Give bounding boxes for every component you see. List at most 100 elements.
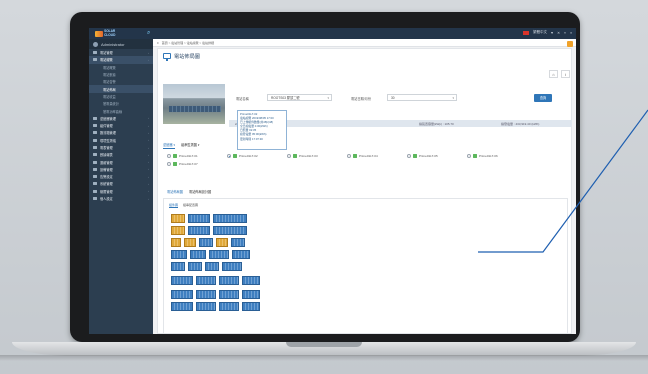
search-icon[interactable]: ⌕ [147, 30, 154, 37]
sidebar-item[interactable]: 系統管理 ‹ [89, 180, 153, 187]
radio-button[interactable] [167, 154, 171, 158]
sidebar-item[interactable]: 逆變器管理 ‹ [89, 115, 153, 122]
inverter-dropdown-list[interactable]: Prime01LT-02 電站總覽 2019/08/05 17:00 已上傳組件數量… [237, 110, 287, 150]
pv-module[interactable] [216, 238, 228, 247]
hamburger-icon[interactable]: ≡ [157, 41, 159, 45]
home-icon[interactable]: ⌂ [549, 70, 558, 78]
pv-module[interactable] [219, 276, 239, 285]
pv-module[interactable] [209, 250, 229, 259]
tab-layout-design[interactable]: 電站佈局設計圖 [189, 189, 211, 194]
sidebar-item[interactable]: 個人設定 ‹ [89, 195, 153, 202]
sidebar-item[interactable]: 電站概覽 [89, 64, 153, 71]
pv-module[interactable] [222, 262, 242, 271]
tab-inverter[interactable]: 逆變器 ▾ [163, 142, 176, 149]
dropdown-option[interactable]: 更新時間 17:07:30 [240, 137, 284, 141]
sidebar-item[interactable]: 環境監測儀 ‹ [89, 137, 153, 144]
pv-module[interactable] [213, 226, 247, 235]
sidebar-item-label: 電站概覽 [103, 65, 116, 70]
pv-module[interactable] [171, 214, 185, 223]
sidebar-item-label: 個人設定 [100, 197, 113, 202]
tab-layout[interactable]: 電站佈局圖 [167, 189, 183, 194]
pv-row [171, 238, 245, 247]
inverter-row: Prime01LT-07 [167, 162, 227, 166]
sidebar-item-label: 電站數據 [103, 73, 116, 78]
pv-module[interactable] [232, 250, 250, 259]
sidebar-user[interactable]: Administrator [89, 39, 153, 49]
inverter-option[interactable]: Prime01LT-04 [347, 154, 407, 158]
inverter-option[interactable]: Prime01LT-07 [167, 162, 227, 166]
sidebar-item[interactable]: 發電量統計 [89, 100, 153, 107]
sidebar-item[interactable]: 權限管理 ‹ [89, 188, 153, 195]
pv-module[interactable] [231, 238, 245, 247]
radio-button[interactable] [227, 154, 231, 158]
pv-module[interactable] [190, 250, 206, 259]
pv-module[interactable] [171, 250, 187, 259]
menu-item-icon [93, 189, 97, 193]
sidebar-item[interactable]: 電站佈局 [89, 85, 153, 93]
pv-module[interactable] [219, 290, 239, 299]
pv-module[interactable] [171, 290, 193, 299]
sidebar-item[interactable]: 組件管理 ‹ [89, 122, 153, 129]
pv-module[interactable] [213, 214, 247, 223]
inverter-option[interactable]: Prime01LT-01 [167, 154, 227, 158]
tab-string-monitor[interactable]: 組串監測圖 ▾ [181, 142, 199, 149]
pv-module[interactable] [205, 262, 219, 271]
radio-button[interactable] [167, 162, 171, 166]
sidebar-item[interactable]: 發電功率曲線 [89, 107, 153, 114]
radio-button[interactable] [467, 154, 471, 158]
inverter-tabs: 逆變器 ▾ 組串監測圖 ▾ [163, 142, 200, 149]
inverter-option[interactable]: Prime01LT-06 [467, 154, 527, 158]
pv-module[interactable] [171, 226, 185, 235]
pv-module[interactable] [196, 290, 216, 299]
pv-module[interactable] [171, 262, 185, 271]
pv-module[interactable] [171, 302, 193, 311]
sidebar-item[interactable]: 電站管理 ‹ [89, 49, 153, 56]
station-photo [163, 84, 225, 124]
sidebar-item[interactable]: 數據報表 ‹ [89, 151, 153, 158]
query-button[interactable]: 查詢 [534, 94, 552, 102]
app-logo[interactable]: SOLAR CLOUD [95, 30, 125, 37]
station-select[interactable]: ROOTS03 屋頂二號 ▾ [267, 94, 332, 101]
pv-module[interactable] [242, 302, 260, 311]
language-selector[interactable]: 繁體中文 [533, 30, 547, 35]
info-icon[interactable]: i [561, 70, 570, 78]
pv-module[interactable] [242, 290, 260, 299]
pv-module[interactable] [171, 276, 193, 285]
inverter-icon [233, 154, 237, 158]
sidebar-item[interactable]: 電站告警 [89, 78, 153, 85]
pv-module[interactable] [196, 276, 216, 285]
pv-module[interactable] [199, 238, 213, 247]
inverter-option[interactable]: Prime01LT-03 [287, 154, 347, 158]
sidebar-item[interactable]: 電站收益 [89, 93, 153, 100]
inverter-option[interactable]: Prime01LT-05 [407, 154, 467, 158]
date-select[interactable]: 30 ▾ [387, 94, 457, 101]
tab-module-map[interactable]: 組件圖 [169, 203, 179, 208]
pv-module[interactable] [188, 262, 202, 271]
sidebar-item[interactable]: 告警設定 ‹ [89, 173, 153, 180]
radio-button[interactable] [347, 154, 351, 158]
sidebar-item[interactable]: 電站總覽 ‹ [89, 56, 153, 64]
pv-module[interactable] [188, 214, 210, 223]
pv-module[interactable] [188, 226, 210, 235]
radio-button[interactable] [287, 154, 291, 158]
sidebar-item[interactable]: 電表管理 ‹ [89, 144, 153, 151]
pv-module[interactable] [242, 276, 260, 285]
inverter-option[interactable]: Prime01LT-02 [227, 154, 287, 158]
pv-module[interactable] [219, 302, 239, 311]
menu-item-icon [93, 146, 97, 149]
sidebar-item[interactable]: 運維管理 ‹ [89, 158, 153, 165]
expand-icon[interactable]: » [564, 31, 566, 35]
heart-icon[interactable]: ♥ [551, 31, 553, 35]
notification-icon[interactable] [567, 41, 573, 47]
sidebar-item[interactable]: 設備管理 ‹ [89, 166, 153, 173]
radio-button[interactable] [407, 154, 411, 158]
pv-module[interactable] [184, 238, 196, 247]
menu-icon[interactable]: ≡ [570, 31, 572, 35]
pv-module[interactable] [171, 238, 181, 247]
top-right-tools: 繁體中文 ♥ ✕ » ≡ [522, 30, 572, 35]
close-icon[interactable]: ✕ [557, 31, 560, 35]
sidebar-item[interactable]: 電站數據 [89, 71, 153, 78]
pv-module[interactable] [196, 302, 216, 311]
sidebar-item[interactable]: 匯流箱管理 ‹ [89, 129, 153, 136]
tab-string-config[interactable]: 組串配置圖 [183, 203, 198, 208]
